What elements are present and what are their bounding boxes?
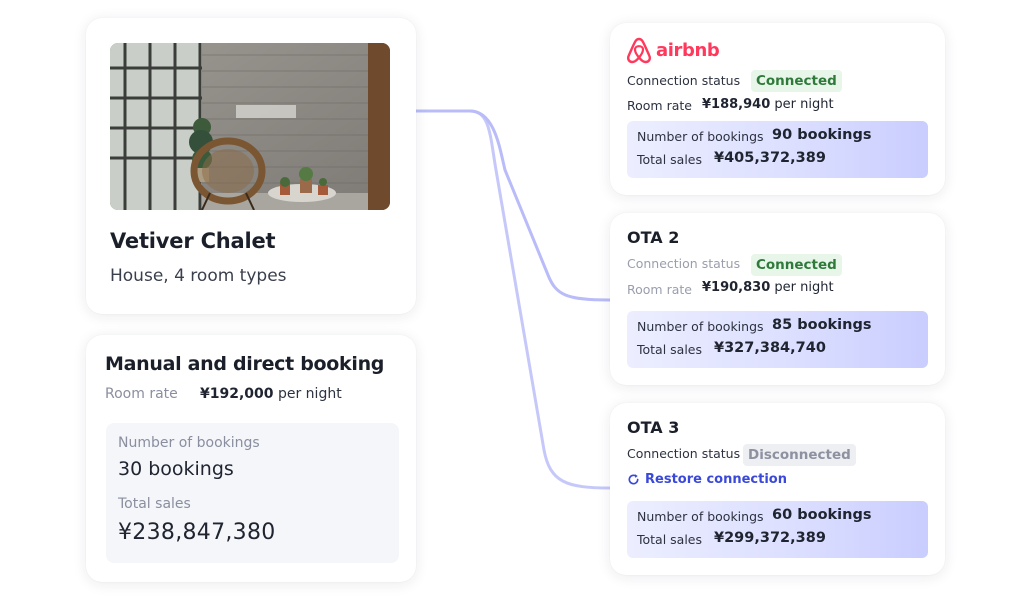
refresh-icon xyxy=(628,474,639,485)
sales-label: Total sales xyxy=(637,532,703,547)
bookings-label: Number of bookings xyxy=(637,509,764,524)
property-photo xyxy=(110,43,390,210)
status-badge-connected: Connected xyxy=(751,70,842,92)
connection-status-label: Connection status xyxy=(627,446,741,461)
room-rate-value: ¥188,940 per night xyxy=(702,97,834,112)
ota-stats-panel: Number of bookings 90 bookings Total sal… xyxy=(627,121,928,178)
sales-value: ¥327,384,740 xyxy=(714,340,826,356)
connection-status-label: Connection status xyxy=(627,73,741,88)
ota-name: OTA 3 xyxy=(627,418,680,437)
room-rate-value: ¥192,000 per night xyxy=(200,386,342,402)
bookings-label: Number of bookings xyxy=(637,319,764,334)
sales-value: ¥299,372,389 xyxy=(714,530,826,546)
status-badge-connected: Connected xyxy=(751,254,842,276)
ota-stats-panel: Number of bookings 85 bookings Total sal… xyxy=(627,311,928,368)
property-name: Vetiver Chalet xyxy=(110,229,276,253)
ota-stats-panel: Number of bookings 60 bookings Total sal… xyxy=(627,501,928,558)
ota-name: OTA 2 xyxy=(627,228,680,247)
sales-label: Total sales xyxy=(637,152,703,167)
ota-card-2[interactable]: OTA 2 Connection status Connected Room r… xyxy=(610,213,945,385)
manual-booking-title: Manual and direct booking xyxy=(105,353,385,375)
sales-value: ¥238,847,380 xyxy=(118,520,276,545)
bookings-value: 60 bookings xyxy=(772,507,872,523)
airbnb-logo-icon: airbnb xyxy=(626,35,720,65)
sales-label: Total sales xyxy=(637,342,703,357)
airbnb-wordmark: airbnb xyxy=(656,39,720,61)
bookings-value: 90 bookings xyxy=(772,127,872,143)
ota-card-3[interactable]: OTA 3 Connection status Disconnected Res… xyxy=(610,403,945,575)
room-rate-label: Room rate xyxy=(105,386,178,402)
ota-card-airbnb[interactable]: airbnb Connection status Connected Room … xyxy=(610,23,945,195)
restore-connection-label: Restore connection xyxy=(645,472,787,487)
sales-value: ¥405,372,389 xyxy=(714,150,826,166)
room-rate-value: ¥190,830 per night xyxy=(702,280,834,295)
bookings-label: Number of bookings xyxy=(637,129,764,144)
connection-status-label: Connection status xyxy=(627,256,741,271)
bookings-label: Number of bookings xyxy=(118,435,260,451)
bookings-value: 85 bookings xyxy=(772,317,872,333)
sales-label: Total sales xyxy=(118,496,191,512)
manual-booking-card[interactable]: Manual and direct booking Room rate ¥192… xyxy=(86,335,416,582)
bookings-value: 30 bookings xyxy=(118,458,234,480)
property-card[interactable]: Vetiver Chalet House, 4 room types xyxy=(86,18,416,314)
room-rate-label: Room rate xyxy=(627,98,692,113)
restore-connection-link[interactable]: Restore connection xyxy=(627,472,787,487)
manual-stats-panel: Number of bookings 30 bookings Total sal… xyxy=(106,423,399,563)
status-badge-disconnected: Disconnected xyxy=(743,444,856,466)
property-subtitle: House, 4 room types xyxy=(110,266,287,286)
room-rate-label: Room rate xyxy=(627,282,692,297)
